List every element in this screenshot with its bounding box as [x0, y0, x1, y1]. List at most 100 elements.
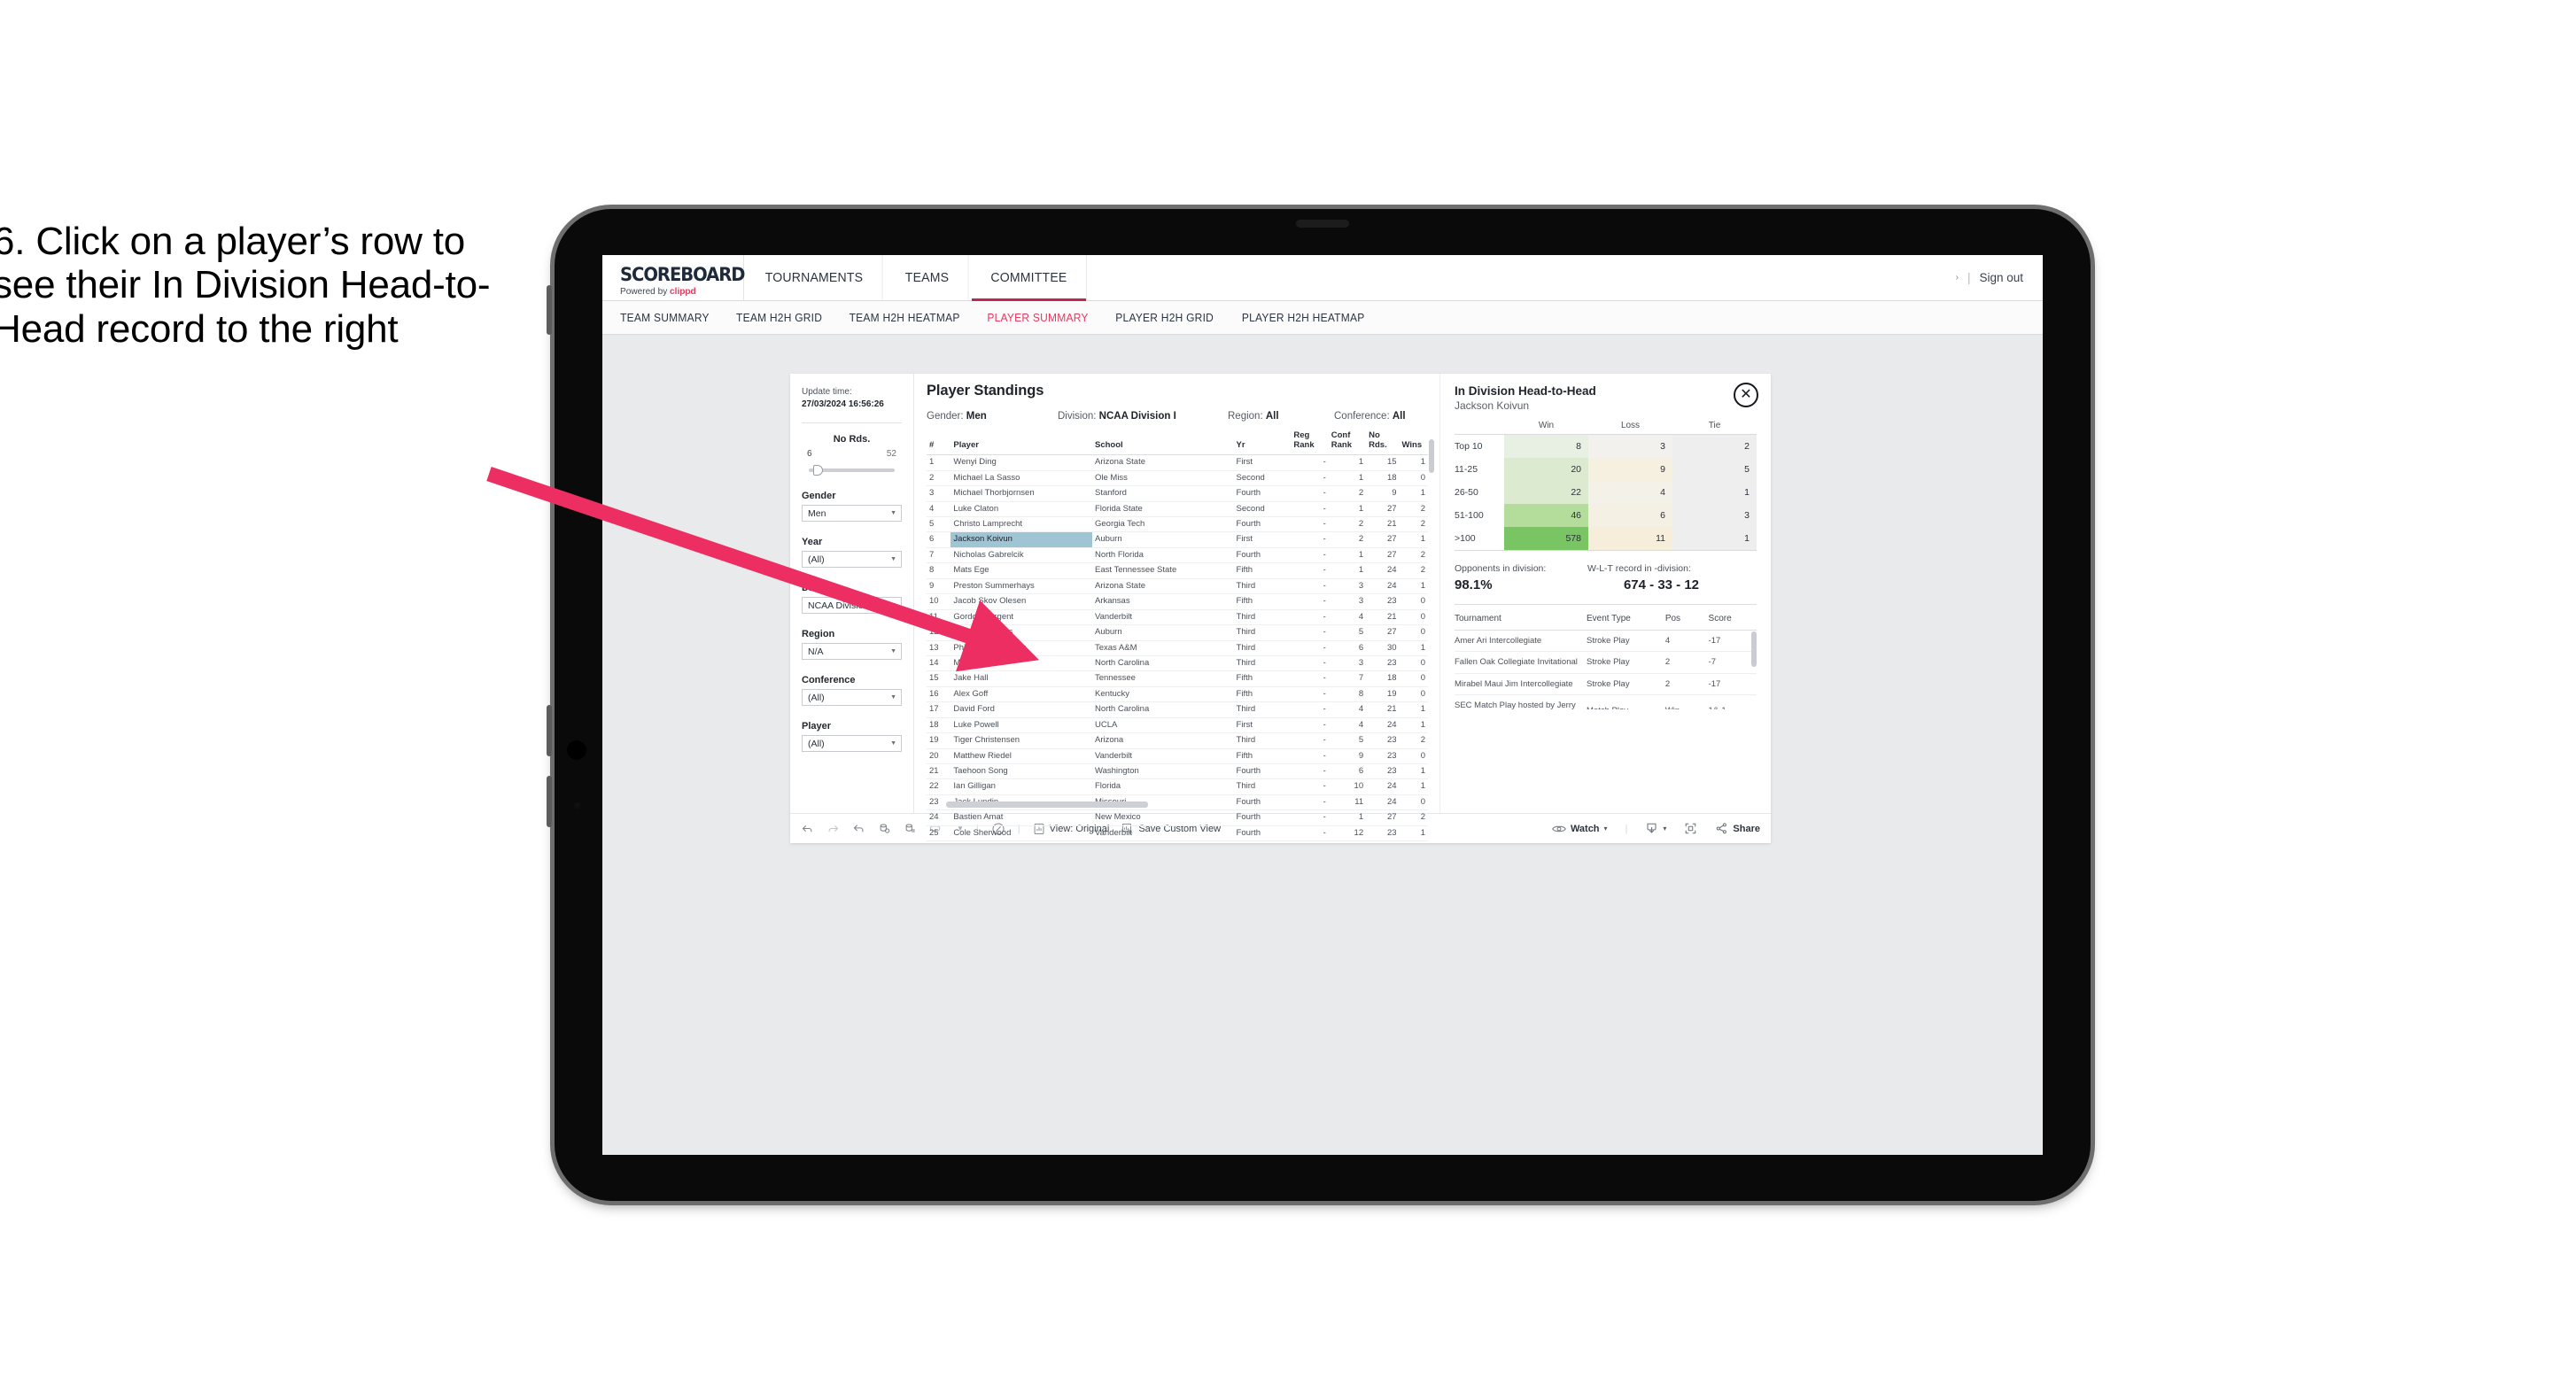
- table-row[interactable]: 3 Michael Thorbjornsen Stanford Fourth -2 9 1: [927, 485, 1428, 502]
- no-rds-cell: 9: [1366, 485, 1400, 502]
- player-cell: Nicholas Gabrelcik: [950, 547, 1092, 564]
- filter-division-select[interactable]: NCAA Division I ▼: [802, 597, 902, 614]
- tab-player-summary[interactable]: PLAYER SUMMARY: [988, 312, 1089, 324]
- filter-conference-select[interactable]: (All) ▼: [802, 689, 902, 706]
- tournament-row[interactable]: Amer Ari Intercollegiate Stroke Play 4 -17: [1455, 630, 1757, 653]
- score-cell: 1&-1: [1708, 694, 1757, 709]
- tournament-row[interactable]: Mirabel Maui Jim Intercollegiate Stroke P…: [1455, 673, 1757, 696]
- revert-icon[interactable]: [852, 822, 865, 835]
- col-rank[interactable]: #: [927, 430, 951, 456]
- table-row[interactable]: 7 Nicholas Gabrelcik North Florida Fourth -1…: [927, 547, 1428, 564]
- refresh-icon[interactable]: [878, 822, 891, 835]
- table-row[interactable]: 25 Cole Sherwood Vanderbilt Fourth -12 23 1: [927, 825, 1428, 842]
- brand-powered-by: Powered by clippd: [620, 286, 738, 297]
- sign-out-link[interactable]: Sign out: [1979, 271, 2023, 284]
- wins-cell: 2: [1399, 516, 1428, 533]
- rank-cell: 11: [927, 609, 951, 626]
- table-row[interactable]: 15 Jake Hall Tennessee Fifth -7 18 0: [927, 670, 1428, 687]
- player-cell: Luke Claton: [950, 501, 1092, 518]
- nav-tournaments[interactable]: TOURNAMENTS: [746, 255, 883, 300]
- tab-team-h2h-grid[interactable]: TEAM H2H GRID: [736, 312, 822, 324]
- slider-handle[interactable]: [813, 465, 823, 476]
- pause-icon[interactable]: [904, 822, 917, 835]
- tab-player-h2h-heatmap[interactable]: PLAYER H2H HEATMAP: [1242, 312, 1365, 324]
- tab-player-h2h-grid[interactable]: PLAYER H2H GRID: [1116, 312, 1214, 324]
- table-row[interactable]: 16 Alex Goff Kentucky Fifth -8 19 0: [927, 686, 1428, 703]
- conf-rank-cell: 1: [1328, 547, 1367, 564]
- table-row[interactable]: 19 Tiger Christensen Arizona Third -5 23 2: [927, 732, 1428, 749]
- col-school[interactable]: School: [1091, 430, 1234, 456]
- filter-year-select[interactable]: (All) ▼: [802, 551, 902, 568]
- share-button[interactable]: Share: [1715, 822, 1760, 835]
- col-yr[interactable]: Yr: [1233, 430, 1292, 456]
- rounds-slider[interactable]: [809, 465, 895, 476]
- table-row[interactable]: 18 Luke Powell UCLA First -4 24 1: [927, 717, 1428, 734]
- col-player[interactable]: Player: [950, 430, 1092, 456]
- reg-rank-cell: -: [1291, 501, 1329, 518]
- table-horizontal-scrollbar[interactable]: [946, 801, 1148, 808]
- table-row[interactable]: 2 Michael La Sasso Ole Miss Second -1 18 0: [927, 470, 1428, 487]
- rank-cell: 15: [927, 670, 951, 687]
- col-conf-rank[interactable]: Conf Rank: [1328, 430, 1367, 456]
- conf-rank-cell: 1: [1328, 501, 1367, 518]
- wins-cell: 0: [1399, 624, 1428, 641]
- no-rds-cell: 23: [1366, 825, 1400, 842]
- close-icon[interactable]: ✕: [1734, 383, 1758, 407]
- fullscreen-button[interactable]: [1684, 822, 1697, 835]
- table-row[interactable]: 10 Jacob Skov Olesen Arkansas Fifth -3 23 0: [927, 593, 1428, 610]
- nav-committee[interactable]: COMMITTEE: [971, 255, 1087, 301]
- table-row[interactable]: 5 Christo Lamprecht Georgia Tech Fourth -2 21…: [927, 516, 1428, 533]
- download-button[interactable]: ▾: [1645, 822, 1666, 835]
- table-row[interactable]: 9 Preston Summerhays Arizona State Third -3 2…: [927, 578, 1428, 595]
- table-row[interactable]: 21 Taehoon Song Washington Fourth -6 23 1: [927, 763, 1428, 780]
- nav-teams[interactable]: TEAMS: [886, 255, 969, 300]
- rank-cell: 1: [927, 454, 951, 471]
- col-reg-rank[interactable]: Reg Rank: [1291, 430, 1329, 456]
- no-rds-cell: 19: [1366, 686, 1400, 703]
- table-row[interactable]: 24 Bastien Amat New Mexico Fourth -1 27 2: [927, 809, 1428, 826]
- table-row[interactable]: 4 Luke Claton Florida State Second -1 27 2: [927, 501, 1428, 518]
- school-cell: Stanford: [1091, 485, 1234, 502]
- filter-gender-select[interactable]: Men ▼: [802, 505, 902, 522]
- tab-team-summary[interactable]: TEAM SUMMARY: [620, 312, 710, 324]
- col-no-rds[interactable]: No Rds.: [1366, 430, 1400, 456]
- conf-rank-cell: 5: [1328, 624, 1367, 641]
- h2h-row: Top 10 8 3 2: [1455, 434, 1757, 458]
- filter-region-select[interactable]: N/A ▼: [802, 643, 902, 660]
- yr-cell: Third: [1233, 778, 1292, 795]
- player-cell: Bastien Amat: [950, 809, 1092, 826]
- undo-icon[interactable]: [801, 822, 814, 835]
- redo-icon[interactable]: [826, 822, 840, 835]
- h2h-col-loss: Loss: [1588, 421, 1672, 435]
- table-row[interactable]: 8 Mats Ege East Tennessee State Fifth -1 24 2: [927, 562, 1428, 579]
- h2h-band-label: 11-25: [1455, 464, 1478, 475]
- tab-team-h2h-heatmap[interactable]: TEAM H2H HEATMAP: [850, 312, 960, 324]
- table-row[interactable]: 6 Jackson Koivun Auburn First -2 27 1: [927, 531, 1428, 548]
- table-row[interactable]: 22 Ian Gilligan Florida Third -10 24 1: [927, 778, 1428, 795]
- watch-button[interactable]: Watch ▾: [1552, 824, 1608, 834]
- yr-cell: Fifth: [1233, 593, 1292, 610]
- table-vertical-scrollbar[interactable]: [1429, 439, 1434, 473]
- update-time-value: 27/03/2024 16:56:26: [802, 399, 884, 409]
- tournament-scrollbar[interactable]: [1751, 631, 1757, 667]
- tournament-row[interactable]: SEC Match Play hosted by Jerry Pate Roun…: [1455, 694, 1757, 709]
- yr-cell: Third: [1233, 578, 1292, 595]
- table-row[interactable]: 12 Brendan Valdes Auburn Third -5 27 0: [927, 624, 1428, 641]
- table-row[interactable]: 20 Matthew Riedel Vanderbilt Fifth -9 23 0: [927, 748, 1428, 765]
- col-wins[interactable]: Wins: [1399, 430, 1428, 456]
- col-event-type: Event Type: [1587, 608, 1665, 631]
- table-row[interactable]: 17 David Ford North Carolina Third -4 21 1: [927, 701, 1428, 718]
- yr-cell: Second: [1233, 470, 1292, 487]
- tournament-row[interactable]: Fallen Oak Collegiate Invitational Stroke…: [1455, 651, 1757, 674]
- table-row[interactable]: 11 Gordon Sargent Vanderbilt Third -4 21 0: [927, 609, 1428, 626]
- update-time-label: Update time:: [802, 387, 852, 397]
- reg-rank-cell: -: [1291, 485, 1329, 502]
- h2h-loss-cell: 9: [1588, 458, 1672, 481]
- table-row[interactable]: 1 Wenyi Ding Arizona State First -1 15 1: [927, 454, 1428, 471]
- h2h-loss-cell: 4: [1588, 481, 1672, 504]
- chevron-down-icon: ▼: [890, 740, 896, 747]
- no-rds-cell: 21: [1366, 516, 1400, 533]
- table-row[interactable]: 13 Phichaksn Maichon Texas A&M Third -6 30 1: [927, 640, 1428, 656]
- filter-player-select[interactable]: (All) ▼: [802, 735, 902, 752]
- table-row[interactable]: 14 Maxwell Ford North Carolina Third -3 23 0: [927, 655, 1428, 672]
